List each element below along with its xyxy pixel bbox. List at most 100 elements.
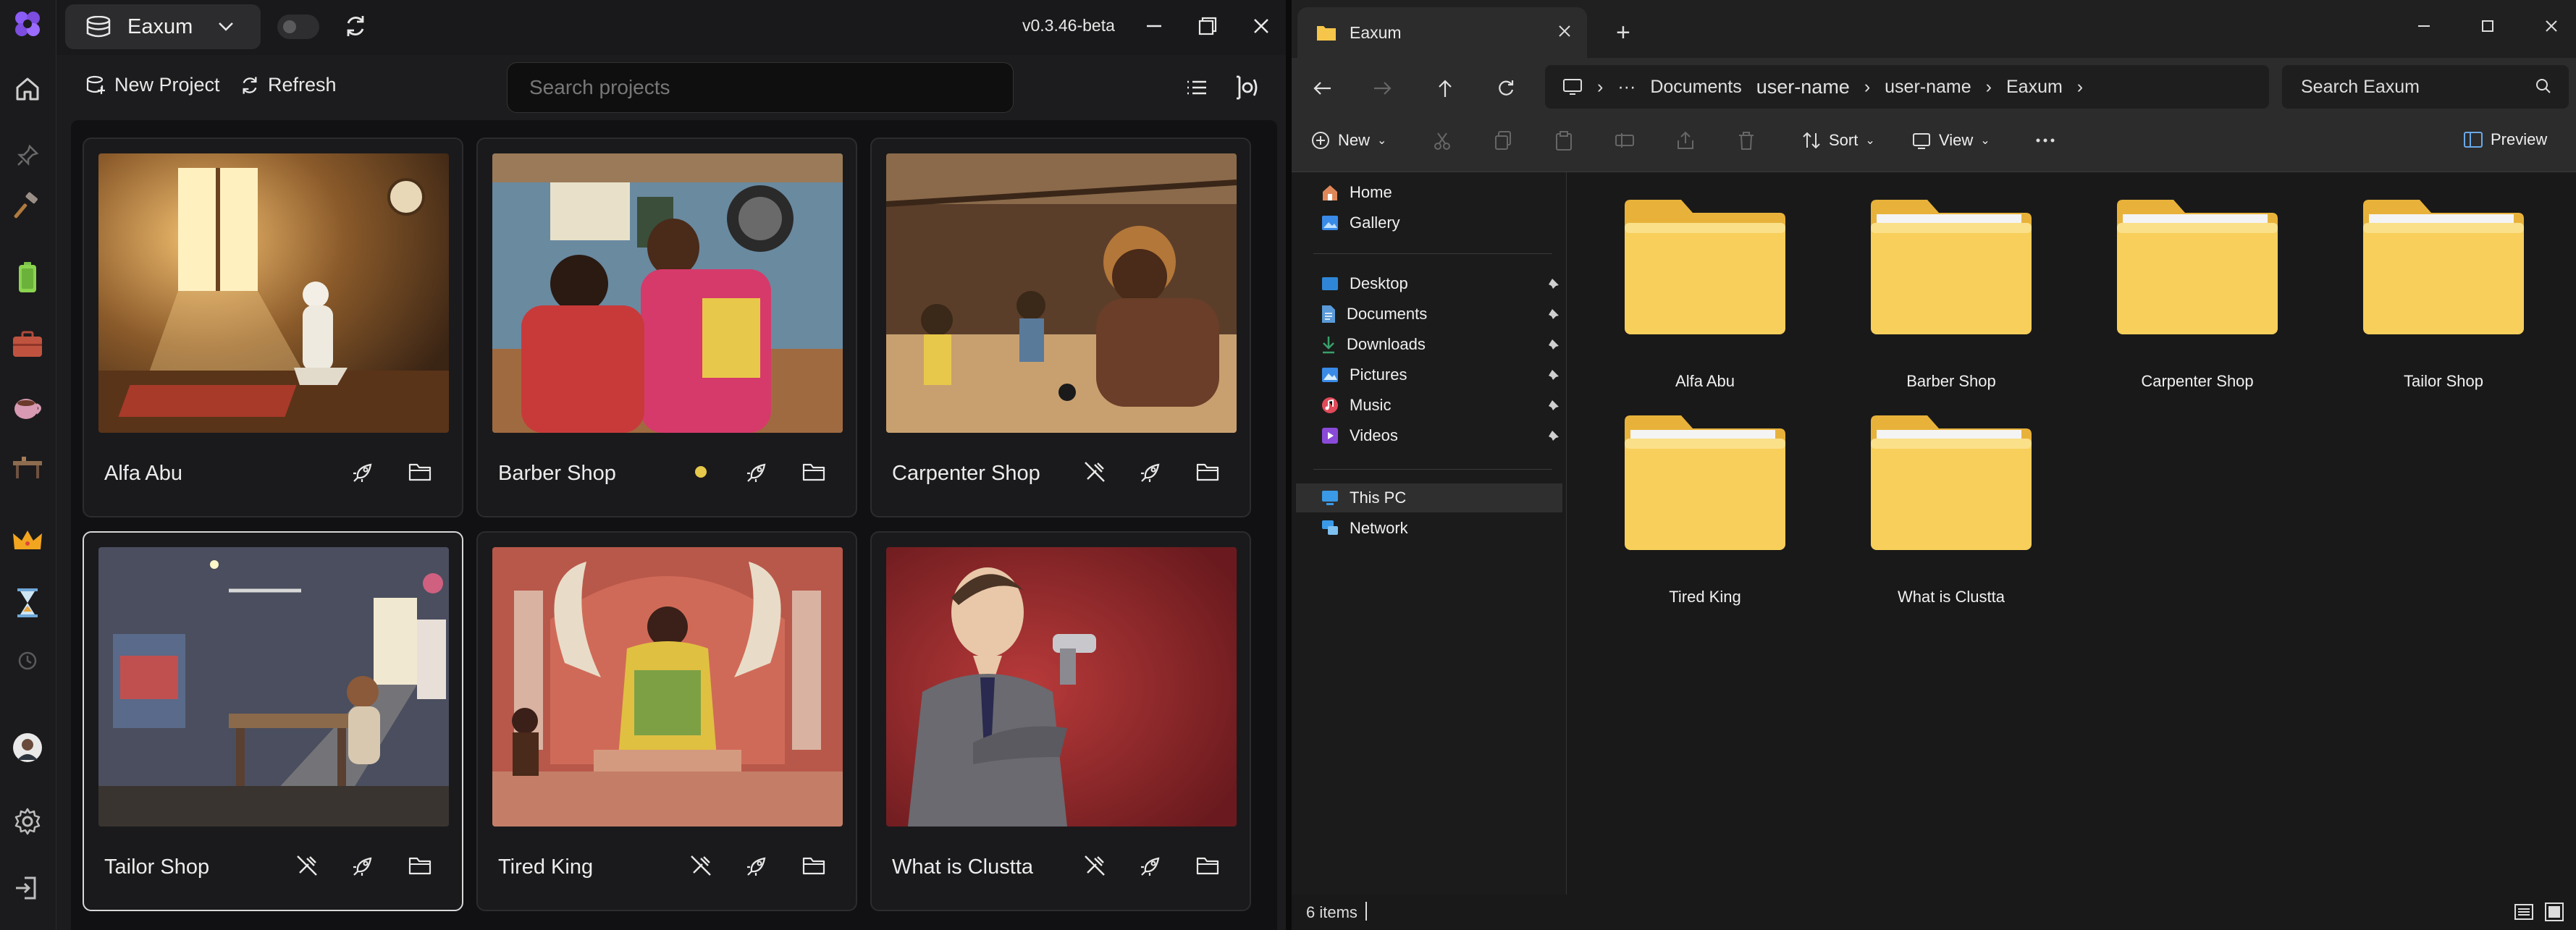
maximize-icon[interactable] bbox=[1192, 10, 1224, 42]
folder-item[interactable]: Barber Shop bbox=[1843, 198, 2060, 408]
project-thumbnail[interactable] bbox=[98, 153, 449, 433]
project-thumbnail[interactable] bbox=[886, 153, 1237, 433]
more-options-icon[interactable] bbox=[2034, 130, 2056, 151]
refresh-button[interactable]: Refresh bbox=[239, 74, 337, 96]
avatar[interactable] bbox=[9, 730, 46, 766]
rocket-icon[interactable] bbox=[1135, 850, 1167, 882]
details-view-icon[interactable] bbox=[2514, 902, 2534, 922]
project-card-what-is-clustta[interactable]: What is Clustta bbox=[870, 531, 1251, 911]
copy-icon[interactable] bbox=[1493, 130, 1513, 151]
battery-icon[interactable] bbox=[9, 259, 46, 295]
folder-icon[interactable] bbox=[404, 456, 436, 488]
rocket-icon[interactable] bbox=[741, 456, 773, 488]
hammer-icon[interactable] bbox=[9, 187, 46, 223]
search-projects-input[interactable]: Search projects bbox=[507, 62, 1014, 113]
mode-toggle[interactable] bbox=[277, 14, 319, 39]
nav-item-gallery[interactable]: Gallery bbox=[1321, 208, 1560, 237]
folder-icon[interactable] bbox=[798, 456, 830, 488]
project-thumbnail[interactable] bbox=[492, 153, 843, 433]
breadcrumb-item[interactable]: user-name bbox=[1756, 76, 1850, 98]
sync-icon[interactable] bbox=[342, 13, 369, 39]
project-card-alfa-abu[interactable]: Alfa Abu bbox=[83, 138, 463, 517]
folder-icon[interactable] bbox=[1192, 850, 1224, 882]
minimize-icon[interactable] bbox=[1138, 10, 1170, 42]
forward-arrow-icon[interactable] bbox=[1367, 72, 1399, 104]
cut-icon[interactable] bbox=[1432, 130, 1452, 151]
sort-button[interactable]: Sort ⌄ bbox=[1801, 130, 1875, 151]
coffee-icon[interactable] bbox=[9, 389, 46, 426]
breadcrumb-item[interactable]: user-name bbox=[1885, 77, 1971, 98]
paste-icon[interactable] bbox=[1554, 130, 1574, 151]
list-view-icon[interactable] bbox=[1184, 75, 1209, 100]
maximize-icon[interactable] bbox=[2472, 10, 2504, 42]
hammer-off-icon[interactable] bbox=[291, 850, 323, 882]
pin-icon[interactable] bbox=[1548, 430, 1560, 441]
table-icon[interactable] bbox=[9, 450, 46, 486]
workspace-dropdown[interactable]: Eaxum bbox=[65, 4, 261, 49]
pin-icon[interactable] bbox=[9, 138, 46, 174]
share-icon[interactable] bbox=[1675, 130, 1696, 151]
hammer-off-icon[interactable] bbox=[1079, 456, 1111, 488]
nav-item-documents[interactable]: Documents bbox=[1321, 300, 1560, 329]
pin-icon[interactable] bbox=[1548, 400, 1560, 411]
home-icon[interactable] bbox=[9, 71, 46, 107]
back-arrow-icon[interactable] bbox=[1306, 72, 1338, 104]
close-tab-icon[interactable] bbox=[1557, 23, 1573, 39]
history-icon[interactable] bbox=[9, 643, 46, 679]
breadcrumb-item[interactable]: Eaxum bbox=[2006, 77, 2063, 98]
new-button[interactable]: New ⌄ bbox=[1310, 130, 1386, 151]
project-thumbnail[interactable] bbox=[98, 547, 449, 827]
crown-icon[interactable] bbox=[9, 523, 46, 559]
minimize-icon[interactable] bbox=[2408, 10, 2440, 42]
hammer-off-icon[interactable] bbox=[685, 850, 717, 882]
nav-item-pictures[interactable]: Pictures bbox=[1321, 360, 1560, 389]
explorer-search-input[interactable]: Search Eaxum bbox=[2282, 65, 2569, 109]
project-card-barber-shop[interactable]: Barber Shop bbox=[476, 138, 857, 517]
rocket-icon[interactable] bbox=[741, 850, 773, 882]
project-card-tired-king[interactable]: Tired King bbox=[476, 531, 857, 911]
logout-icon[interactable] bbox=[9, 870, 46, 906]
view-button[interactable]: View ⌄ bbox=[1911, 130, 1990, 151]
pin-icon[interactable] bbox=[1548, 278, 1560, 289]
pin-icon[interactable] bbox=[1548, 308, 1560, 320]
preview-button[interactable]: Preview bbox=[2463, 130, 2547, 149]
hourglass-icon[interactable] bbox=[9, 585, 46, 621]
close-icon[interactable] bbox=[1245, 10, 1277, 42]
project-thumbnail[interactable] bbox=[492, 547, 843, 827]
new-tab-button[interactable]: + bbox=[1616, 19, 1630, 47]
project-card-carpenter-shop[interactable]: Carpenter Shop bbox=[870, 138, 1251, 517]
rocket-icon[interactable] bbox=[348, 456, 379, 488]
up-arrow-icon[interactable] bbox=[1429, 72, 1461, 104]
nav-item-music[interactable]: Music bbox=[1321, 391, 1560, 420]
project-thumbnail[interactable] bbox=[886, 547, 1237, 827]
folder-item[interactable]: Tailor Shop bbox=[2335, 198, 2552, 408]
delete-icon[interactable] bbox=[1736, 130, 1756, 151]
breadcrumb-item[interactable]: Documents bbox=[1650, 77, 1741, 98]
folder-icon[interactable] bbox=[404, 850, 436, 882]
large-icons-view-icon[interactable] bbox=[2544, 902, 2564, 922]
nav-item-network[interactable]: Network bbox=[1321, 514, 1560, 543]
close-icon[interactable] bbox=[2535, 10, 2567, 42]
pin-icon[interactable] bbox=[1548, 339, 1560, 350]
nav-item-downloads[interactable]: Downloads bbox=[1321, 330, 1560, 359]
folder-icon[interactable] bbox=[798, 850, 830, 882]
folder-item[interactable]: What is Clustta bbox=[1843, 414, 2060, 624]
folder-icon[interactable] bbox=[1192, 456, 1224, 488]
hammer-off-icon[interactable] bbox=[1079, 850, 1111, 882]
nav-item-this-pc[interactable]: This PC bbox=[1296, 483, 1562, 512]
address-bar[interactable]: › ··· Documents user-name › user-name › … bbox=[1545, 65, 2269, 109]
nav-item-home[interactable]: Home bbox=[1321, 178, 1560, 207]
folder-item[interactable]: Tired King bbox=[1596, 414, 1814, 624]
briefcase-icon[interactable] bbox=[9, 326, 46, 362]
rocket-icon[interactable] bbox=[348, 850, 379, 882]
project-card-tailor-shop[interactable]: Tailor Shop bbox=[83, 531, 463, 911]
pin-icon[interactable] bbox=[1548, 369, 1560, 381]
explorer-tab[interactable]: Eaxum bbox=[1297, 7, 1587, 58]
nav-item-desktop[interactable]: Desktop bbox=[1321, 269, 1560, 298]
refresh-icon[interactable] bbox=[1490, 72, 1522, 104]
rename-icon[interactable] bbox=[1615, 130, 1635, 151]
new-project-button[interactable]: New Project bbox=[85, 74, 220, 96]
code-bracket-icon[interactable] bbox=[1234, 74, 1261, 101]
rocket-icon[interactable] bbox=[1135, 456, 1167, 488]
nav-item-videos[interactable]: Videos bbox=[1321, 421, 1560, 450]
